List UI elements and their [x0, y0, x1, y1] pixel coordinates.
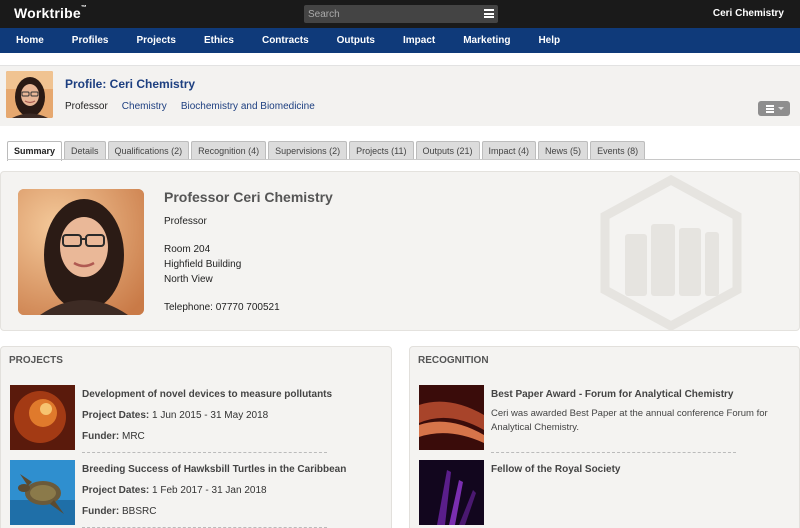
search-box: [304, 5, 498, 23]
hamburger-icon[interactable]: [484, 9, 494, 18]
top-bar: Worktribe™ Ceri Chemistry: [0, 0, 800, 28]
actions-menu-button[interactable]: [758, 101, 790, 116]
project-title-link[interactable]: Development of novel devices to measure …: [82, 389, 382, 400]
person-title: Professor: [164, 216, 207, 227]
tab-details[interactable]: Details: [64, 141, 106, 160]
chevron-down-icon: [778, 107, 784, 110]
profile-tabs: Summary Details Qualifications (2) Recog…: [7, 141, 646, 161]
department-link[interactable]: Chemistry: [122, 101, 167, 112]
project-funder: Funder: BBSRC: [82, 506, 157, 517]
tab-divider: [7, 159, 800, 160]
tab-recognition[interactable]: Recognition (4): [191, 141, 267, 160]
tab-summary[interactable]: Summary: [7, 141, 63, 161]
tab-news[interactable]: News (5): [538, 141, 589, 160]
project-title-link[interactable]: Breeding Success of Hawksbill Turtles in…: [82, 464, 382, 475]
nav-home[interactable]: Home: [0, 28, 57, 53]
nav-help[interactable]: Help: [523, 28, 573, 53]
tab-projects[interactable]: Projects (11): [349, 141, 414, 160]
person-building: Highfield Building: [164, 259, 242, 270]
project-funder: Funder: MRC: [82, 431, 145, 442]
recognition-panel: RECOGNITION Best Paper Award - Forum for…: [409, 346, 800, 528]
tab-events[interactable]: Events (8): [590, 141, 646, 160]
tab-qualifications[interactable]: Qualifications (2): [107, 141, 190, 160]
book-hexagon-icon: [600, 174, 742, 330]
school-link[interactable]: Biochemistry and Biomedicine: [181, 101, 315, 112]
tab-impact[interactable]: Impact (4): [481, 141, 537, 160]
divider: [491, 452, 736, 453]
recognition-image[interactable]: [419, 385, 484, 450]
nav-projects[interactable]: Projects: [121, 28, 188, 53]
nav-ethics[interactable]: Ethics: [189, 28, 247, 53]
avatar: [6, 71, 53, 118]
project-dates: Project Dates: 1 Feb 2017 - 31 Jan 2018: [82, 485, 267, 496]
recognition-title-link[interactable]: Fellow of the Royal Society: [491, 464, 791, 475]
nav-contracts[interactable]: Contracts: [247, 28, 322, 53]
nav-impact[interactable]: Impact: [388, 28, 448, 53]
person-telephone: Telephone: 07770 700521: [164, 302, 280, 313]
nav-outputs[interactable]: Outputs: [322, 28, 388, 53]
profile-meta: Professor Chemistry Biochemistry and Bio…: [65, 101, 315, 112]
projects-heading: PROJECTS: [9, 355, 63, 366]
tab-supervisions[interactable]: Supervisions (2): [268, 141, 348, 160]
person-name: Professor Ceri Chemistry: [164, 189, 333, 205]
profile-role: Professor: [65, 101, 108, 112]
worktribe-logo[interactable]: Worktribe™: [14, 5, 87, 21]
user-menu[interactable]: Ceri Chemistry: [713, 8, 784, 19]
profile-header: Profile: Ceri Chemistry Professor Chemis…: [0, 65, 800, 126]
recognition-description: Ceri was awarded Best Paper at the annua…: [491, 408, 768, 433]
project-image[interactable]: [10, 460, 75, 525]
projects-panel: PROJECTS Development of novel devices to…: [0, 346, 392, 528]
recognition-heading: RECOGNITION: [418, 355, 489, 366]
person-campus: North View: [164, 274, 213, 285]
divider: [82, 452, 327, 453]
page-title: Profile: Ceri Chemistry: [65, 77, 196, 91]
nav-marketing[interactable]: Marketing: [448, 28, 523, 53]
person-room: Room 204: [164, 244, 211, 255]
profile-photo: [18, 189, 144, 315]
tab-outputs[interactable]: Outputs (21): [415, 141, 480, 160]
nav-profiles[interactable]: Profiles: [57, 28, 122, 53]
main-nav: Home Profiles Projects Ethics Contracts …: [0, 28, 800, 53]
recognition-image[interactable]: [419, 460, 484, 525]
person-card: Professor Ceri Chemistry Professor Room …: [0, 171, 800, 331]
search-input[interactable]: [304, 5, 474, 23]
project-dates: Project Dates: 1 Jun 2015 - 31 May 2018: [82, 410, 269, 421]
actions-menu-icon: [766, 105, 774, 114]
project-image[interactable]: [10, 385, 75, 450]
recognition-title-link[interactable]: Best Paper Award - Forum for Analytical …: [491, 389, 791, 400]
